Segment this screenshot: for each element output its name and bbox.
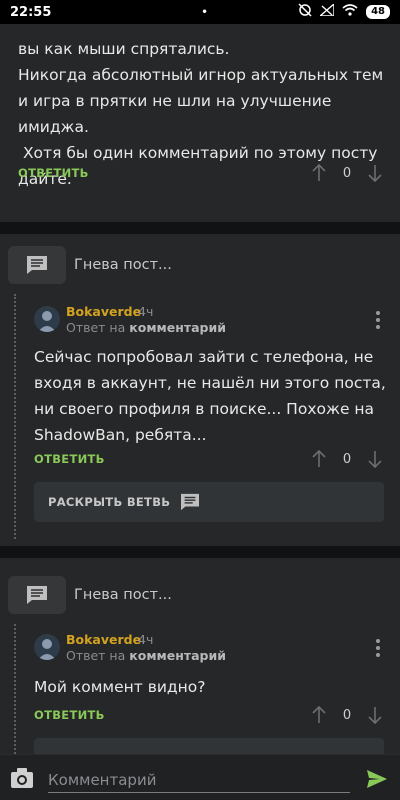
comment-author[interactable]: Bokaverde [66, 632, 141, 647]
comment-score: 0 [342, 451, 352, 467]
comment-thread: Гнева пост... Bokaverde 4ч Ответ на комм… [0, 234, 400, 546]
expand-branch-label: РАСКРЫТЬ ВЕТВЬ [48, 495, 171, 509]
up-arrow-icon[interactable] [308, 448, 330, 470]
expand-branch-button[interactable]: РАСКРЫТЬ ВЕТВЬ [34, 482, 384, 522]
more-vert-icon[interactable] [375, 639, 381, 657]
reply-button[interactable]: ОТВЕТИТЬ [34, 708, 105, 722]
reply-prefix: Ответ на [66, 648, 126, 663]
top-comment-reply-button[interactable]: ОТВЕТИТЬ [18, 166, 89, 180]
reply-prefix: Ответ на [66, 320, 126, 335]
reply-button[interactable]: ОТВЕТИТЬ [34, 452, 105, 466]
up-arrow-icon[interactable] [308, 162, 330, 184]
thread-comment-icon [8, 576, 66, 614]
comment-text: Мой коммент видно? [34, 678, 206, 696]
divider [0, 546, 400, 558]
signal-muted-icon [318, 2, 335, 20]
battery-indicator: 48 [366, 5, 390, 19]
divider [0, 222, 400, 234]
top-comment-score: 0 [342, 165, 352, 181]
wifi-icon [342, 4, 358, 20]
thread-header[interactable]: Гнева пост... [8, 576, 172, 614]
branch-line [14, 624, 16, 754]
comment-input[interactable] [48, 767, 350, 793]
more-vert-icon[interactable] [375, 311, 381, 329]
reply-target-link[interactable]: комментарий [129, 648, 226, 663]
expand-branch-button[interactable] [34, 738, 384, 754]
thread-title: Гнева пост... [74, 257, 172, 273]
thread-header[interactable]: Гнева пост... [8, 246, 172, 284]
reply-to-info: Ответ на комментарий [66, 320, 226, 335]
down-arrow-icon[interactable] [364, 448, 386, 470]
comment-time: 4ч [138, 304, 154, 319]
thread-comment-icon [181, 493, 200, 511]
comment-author[interactable]: Bokaverde [66, 304, 141, 319]
avatar[interactable] [34, 306, 60, 332]
avatar[interactable] [34, 634, 60, 660]
up-arrow-icon[interactable] [308, 704, 330, 726]
comment-input-bar [0, 754, 400, 800]
comment-score: 0 [342, 707, 352, 723]
status-dot: • [201, 6, 208, 18]
status-bar: 22:55 • 48 [0, 0, 400, 24]
down-arrow-icon[interactable] [364, 162, 386, 184]
top-comment: вы как мыши спрятались. Никогда абсолютн… [0, 24, 400, 222]
comment-thread: Гнева пост... Bokaverde 4ч Ответ на комм… [0, 558, 400, 754]
reply-to-info: Ответ на комментарий [66, 648, 226, 663]
reply-target-link[interactable]: комментарий [129, 320, 226, 335]
camera-icon[interactable] [10, 767, 34, 793]
comment-votes: 0 [308, 704, 386, 726]
branch-line [14, 294, 16, 539]
comment-time: 4ч [138, 632, 154, 647]
thread-title: Гнева пост... [74, 587, 172, 603]
comment-votes: 0 [308, 448, 386, 470]
down-arrow-icon[interactable] [364, 704, 386, 726]
top-comment-votes: 0 [308, 162, 386, 184]
status-time: 22:55 [10, 4, 52, 20]
thread-comment-icon [8, 246, 66, 284]
comment-text: Сейчас попробовал зайти с телефона, не в… [34, 348, 391, 444]
alarm-off-icon [298, 3, 312, 21]
send-icon[interactable] [366, 769, 388, 793]
